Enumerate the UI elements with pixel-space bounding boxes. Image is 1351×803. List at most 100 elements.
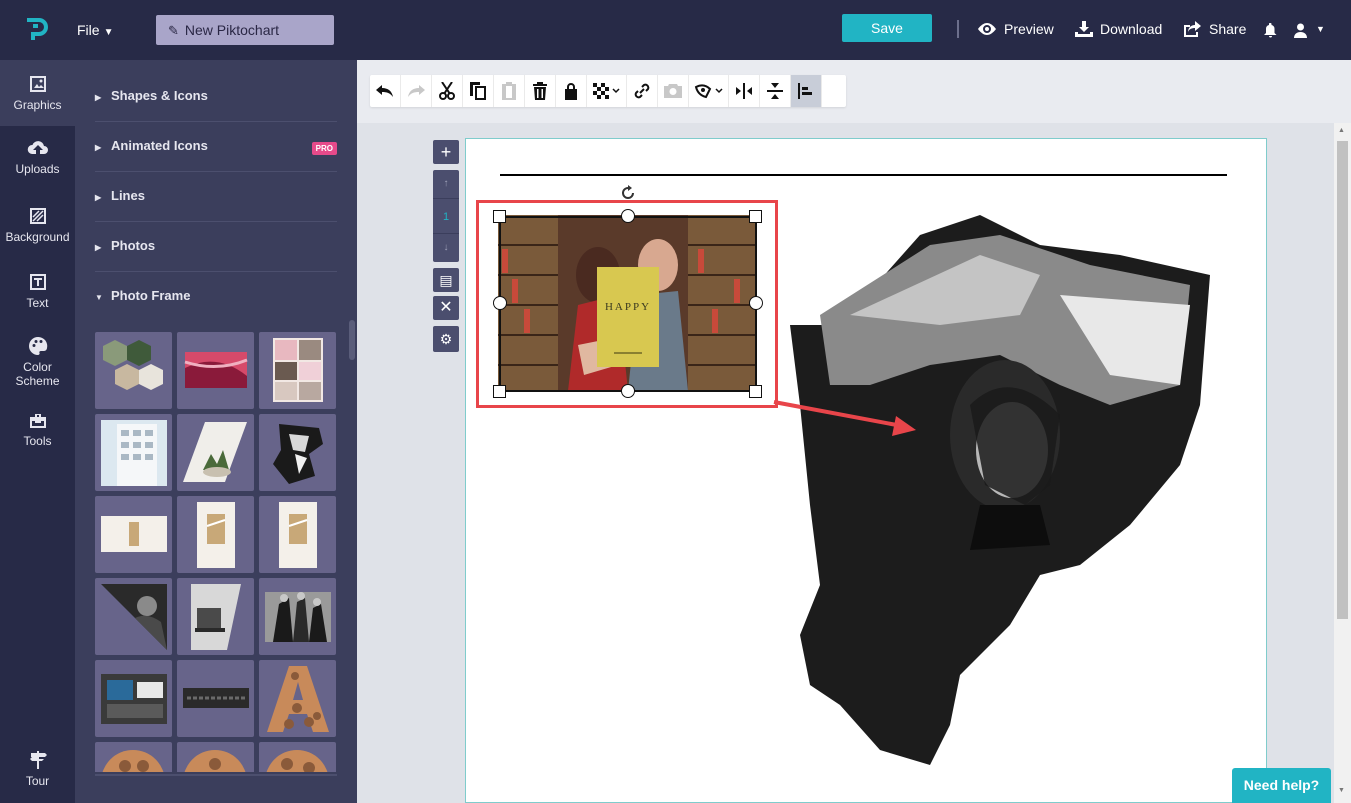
divider bbox=[957, 20, 959, 38]
rail-item-uploads[interactable]: Uploads bbox=[0, 140, 75, 176]
flip-vertical-icon bbox=[767, 83, 783, 99]
divider bbox=[95, 774, 337, 776]
move-down-icon[interactable]: ↓ bbox=[433, 234, 459, 262]
category-animated-icons[interactable]: ▶ Animated Icons PRO bbox=[95, 122, 337, 172]
trash-icon bbox=[533, 82, 547, 100]
redo-button[interactable] bbox=[401, 75, 432, 107]
photo-frame-tile[interactable] bbox=[177, 414, 254, 491]
photo-frame-tile[interactable] bbox=[95, 578, 172, 655]
rail-label: Background bbox=[5, 230, 70, 244]
photo-frame-tile[interactable] bbox=[259, 496, 336, 573]
canvas-scrollbar[interactable]: ▲ ▼ bbox=[1334, 123, 1351, 803]
save-button[interactable]: Save bbox=[842, 14, 932, 42]
photo-frame-tile[interactable] bbox=[177, 660, 254, 737]
download-label: Download bbox=[1100, 21, 1163, 37]
duplicate-block-button[interactable]: ▤ bbox=[433, 268, 459, 292]
paste-icon bbox=[502, 82, 516, 100]
align-icon bbox=[798, 83, 812, 99]
category-shapes-icons[interactable]: ▶ Shapes & Icons bbox=[95, 72, 337, 122]
download-button[interactable]: Download bbox=[1075, 21, 1162, 37]
rail-item-graphics[interactable]: Graphics bbox=[0, 60, 75, 126]
hatch-icon bbox=[29, 208, 46, 224]
category-label: Animated Icons bbox=[111, 138, 208, 153]
user-icon[interactable] bbox=[1294, 23, 1307, 38]
photo-frame-tile[interactable] bbox=[259, 742, 336, 772]
resize-handle-bottom-left[interactable] bbox=[493, 385, 506, 398]
resize-handle-top-left[interactable] bbox=[493, 210, 506, 223]
resize-handle-top[interactable] bbox=[621, 209, 635, 223]
resize-handle-right[interactable] bbox=[749, 296, 763, 310]
chevron-down-icon[interactable]: ▼ bbox=[1316, 24, 1325, 34]
rail-item-color-scheme[interactable]: Color Scheme bbox=[0, 336, 75, 388]
top-bar: File ▼ ✎ New Piktochart Save Preview Downl… bbox=[0, 0, 1351, 60]
scroll-up-arrow[interactable]: ▲ bbox=[1338, 127, 1345, 134]
horizontal-line-element[interactable] bbox=[500, 174, 1227, 176]
category-label: Lines bbox=[111, 188, 145, 203]
document-title-field[interactable]: ✎ New Piktochart bbox=[156, 15, 334, 45]
rotate-icon[interactable] bbox=[620, 185, 636, 201]
move-up-icon[interactable]: ↑ bbox=[433, 170, 459, 198]
chevron-right-icon: ▶ bbox=[95, 193, 102, 202]
photo-frame-tile[interactable] bbox=[177, 332, 254, 409]
scrollbar-thumb[interactable] bbox=[1337, 141, 1348, 619]
photo-frame-tile[interactable] bbox=[259, 414, 336, 491]
mask-dropdown[interactable] bbox=[689, 75, 729, 107]
paste-button[interactable] bbox=[494, 75, 525, 107]
lock-button[interactable] bbox=[556, 75, 587, 107]
rail-item-tools[interactable]: Tools bbox=[0, 412, 75, 448]
photo-frame-tile[interactable] bbox=[259, 332, 336, 409]
need-help-button[interactable]: Need help? bbox=[1232, 768, 1331, 803]
copy-button[interactable] bbox=[463, 75, 494, 107]
photo-frame-tile[interactable] bbox=[95, 496, 172, 573]
photo-frame-tile[interactable] bbox=[95, 660, 172, 737]
rail-item-background[interactable]: Background bbox=[0, 206, 75, 244]
scroll-down-arrow[interactable]: ▼ bbox=[1338, 787, 1345, 794]
photo-frame-tile[interactable] bbox=[95, 414, 172, 491]
rail-item-text[interactable]: Text bbox=[0, 272, 75, 310]
document-title: New Piktochart bbox=[184, 22, 280, 38]
transparency-dropdown[interactable] bbox=[587, 75, 627, 107]
pencil-icon: ✎ bbox=[168, 23, 179, 38]
photo-frame-tile[interactable] bbox=[177, 742, 254, 772]
block-navigator: ↑ 1 ↓ bbox=[433, 170, 459, 262]
add-block-button[interactable]: + bbox=[433, 140, 459, 164]
camera-button[interactable] bbox=[658, 75, 689, 107]
resize-handle-top-right[interactable] bbox=[749, 210, 762, 223]
share-button[interactable]: Share bbox=[1184, 21, 1246, 37]
file-menu[interactable]: File ▼ bbox=[77, 22, 113, 38]
photo-frame-tile[interactable] bbox=[95, 332, 172, 409]
rail-item-tour[interactable]: Tour bbox=[0, 750, 75, 788]
brush-photo-frame[interactable] bbox=[780, 205, 1240, 770]
category-photo-frame[interactable]: ▼ Photo Frame bbox=[95, 272, 337, 322]
eye-icon bbox=[978, 23, 996, 35]
download-icon bbox=[1075, 21, 1093, 37]
photo-frame-grid bbox=[95, 332, 339, 772]
photo-frame-tile[interactable] bbox=[177, 496, 254, 573]
photo-frame-tile[interactable] bbox=[95, 742, 172, 772]
resize-handle-bottom-right[interactable] bbox=[749, 385, 762, 398]
category-label: Photos bbox=[111, 238, 156, 253]
bell-icon[interactable] bbox=[1264, 23, 1277, 38]
cut-button[interactable] bbox=[432, 75, 463, 107]
selection-frame bbox=[499, 216, 757, 392]
category-lines[interactable]: ▶ Lines bbox=[95, 172, 337, 222]
delete-button[interactable] bbox=[525, 75, 556, 107]
resize-handle-left[interactable] bbox=[493, 296, 507, 310]
block-settings-button[interactable]: ⚙ bbox=[433, 326, 459, 352]
piktochart-logo-icon[interactable] bbox=[24, 17, 48, 43]
flip-horizontal-button[interactable] bbox=[729, 75, 760, 107]
chevron-right-icon: ▶ bbox=[95, 93, 102, 102]
photo-frame-tile[interactable] bbox=[259, 660, 336, 737]
flip-vertical-button[interactable] bbox=[760, 75, 791, 107]
panel-scrollbar[interactable] bbox=[349, 320, 355, 360]
photo-frame-tile[interactable] bbox=[177, 578, 254, 655]
category-photos[interactable]: ▶ Photos bbox=[95, 222, 337, 272]
align-button[interactable] bbox=[791, 75, 822, 107]
preview-button[interactable]: Preview bbox=[977, 21, 1054, 37]
text-icon bbox=[29, 274, 46, 290]
resize-handle-bottom[interactable] bbox=[621, 384, 635, 398]
undo-button[interactable] bbox=[370, 75, 401, 107]
link-button[interactable] bbox=[627, 75, 658, 107]
photo-frame-tile[interactable] bbox=[259, 578, 336, 655]
delete-block-button[interactable]: ✕ bbox=[433, 296, 459, 320]
